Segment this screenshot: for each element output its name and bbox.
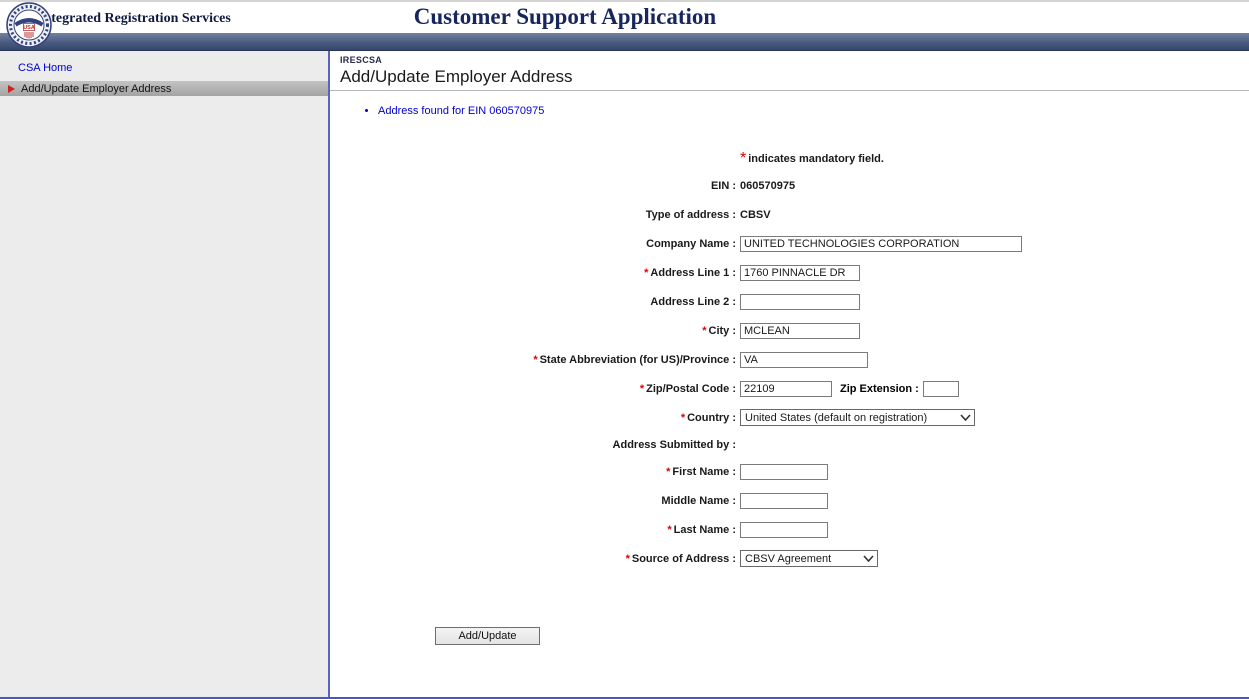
state-label: State Abbreviation (for US)/Province : bbox=[540, 354, 736, 366]
first-name-label: First Name : bbox=[672, 466, 736, 478]
middle-name-label: Middle Name : bbox=[330, 495, 736, 507]
message-list: Address found for EIN 060570975 bbox=[366, 105, 1249, 117]
country-selected-value: United States (default on registration) bbox=[745, 412, 927, 424]
page-title-main: Customer Support Application bbox=[414, 4, 716, 30]
last-name-input[interactable] bbox=[740, 522, 828, 538]
first-name-input[interactable] bbox=[740, 464, 828, 480]
required-asterisk: * bbox=[667, 524, 671, 536]
country-select[interactable]: United States (default on registration) bbox=[740, 409, 975, 426]
ein-row: EIN : 060570975 bbox=[330, 171, 1249, 200]
source-row: *Source of Address : CBSV Agreement bbox=[330, 544, 1249, 573]
country-label: Country : bbox=[687, 412, 736, 424]
page-heading: Add/Update Employer Address bbox=[340, 67, 1249, 87]
mandatory-note: indicates mandatory field. bbox=[748, 153, 884, 165]
ssa-seal-icon: USA bbox=[6, 2, 52, 48]
ein-label: EIN : bbox=[330, 180, 736, 192]
source-selected-value: CBSV Agreement bbox=[745, 553, 831, 565]
ein-value: 060570975 bbox=[740, 180, 795, 192]
state-row: *State Abbreviation (for US)/Province : bbox=[330, 345, 1249, 374]
address-type-row: Type of address : CBSV bbox=[330, 200, 1249, 229]
city-row: *City : bbox=[330, 316, 1249, 345]
page: Integrated Registration Services Custome… bbox=[0, 0, 1249, 699]
employer-address-form: * indicates mandatory field. EIN : 06057… bbox=[330, 147, 1249, 573]
first-name-row: *First Name : bbox=[330, 457, 1249, 486]
main-header: IRESCSA Add/Update Employer Address bbox=[330, 51, 1249, 91]
address-type-value: CBSV bbox=[740, 209, 771, 221]
required-asterisk: * bbox=[740, 150, 746, 168]
app-code: IRESCSA bbox=[340, 55, 1249, 65]
last-name-label: Last Name : bbox=[674, 524, 736, 536]
state-input[interactable] bbox=[740, 352, 868, 368]
svg-text:USA: USA bbox=[23, 25, 35, 31]
sidebar-item-label: Add/Update Employer Address bbox=[21, 83, 171, 95]
zip-row: *Zip/Postal Code : Zip Extension : bbox=[330, 374, 1249, 403]
selected-arrow-icon bbox=[8, 85, 15, 93]
required-asterisk: * bbox=[533, 354, 537, 366]
address-line1-input[interactable] bbox=[740, 265, 860, 281]
middle-name-row: Middle Name : bbox=[330, 486, 1249, 515]
required-asterisk: * bbox=[626, 553, 630, 565]
zip-extension-label: Zip Extension : bbox=[840, 383, 919, 395]
address-line1-row: *Address Line 1 : bbox=[330, 258, 1249, 287]
source-label: Source of Address : bbox=[632, 553, 736, 565]
source-of-address-select[interactable]: CBSV Agreement bbox=[740, 550, 878, 567]
required-asterisk: * bbox=[702, 325, 706, 337]
address-line2-label: Address Line 2 : bbox=[330, 296, 736, 308]
address-line2-input[interactable] bbox=[740, 294, 860, 310]
body: CSA Home Add/Update Employer Address IRE… bbox=[0, 51, 1249, 699]
chevron-down-icon bbox=[960, 414, 971, 421]
company-name-label: Company Name : bbox=[330, 238, 736, 250]
middle-name-input[interactable] bbox=[740, 493, 828, 509]
city-label: City : bbox=[709, 325, 737, 337]
mandatory-note-row: * indicates mandatory field. bbox=[330, 147, 1249, 171]
company-name-input[interactable] bbox=[740, 236, 1022, 252]
nav-band bbox=[0, 33, 1249, 51]
zip-input[interactable] bbox=[740, 381, 832, 397]
main-content: IRESCSA Add/Update Employer Address Addr… bbox=[330, 51, 1249, 697]
required-asterisk: * bbox=[681, 412, 685, 424]
zip-extension-input[interactable] bbox=[923, 381, 959, 397]
add-update-button[interactable]: Add/Update bbox=[435, 627, 540, 645]
address-line2-row: Address Line 2 : bbox=[330, 287, 1249, 316]
required-asterisk: * bbox=[644, 267, 648, 279]
required-asterisk: * bbox=[666, 466, 670, 478]
required-asterisk: * bbox=[640, 383, 644, 395]
company-name-row: Company Name : bbox=[330, 229, 1249, 258]
city-input[interactable] bbox=[740, 323, 860, 339]
sidebar: CSA Home Add/Update Employer Address bbox=[0, 51, 330, 697]
brand-text: Integrated Registration Services bbox=[38, 11, 231, 27]
chevron-down-icon bbox=[863, 555, 874, 562]
address-type-label: Type of address : bbox=[330, 209, 736, 221]
submitted-by-label: Address Submitted by : bbox=[330, 439, 736, 451]
address-line1-label: Address Line 1 : bbox=[650, 267, 736, 279]
last-name-row: *Last Name : bbox=[330, 515, 1249, 544]
sidebar-item-csa-home[interactable]: CSA Home bbox=[0, 60, 328, 76]
status-message: Address found for EIN 060570975 bbox=[378, 105, 1249, 117]
country-row: *Country : United States (default on reg… bbox=[330, 403, 1249, 432]
header: Integrated Registration Services Custome… bbox=[0, 0, 1249, 33]
sidebar-item-add-update-employer-address[interactable]: Add/Update Employer Address bbox=[0, 81, 328, 96]
zip-label: Zip/Postal Code : bbox=[646, 383, 736, 395]
submitted-by-row: Address Submitted by : bbox=[330, 432, 1249, 457]
